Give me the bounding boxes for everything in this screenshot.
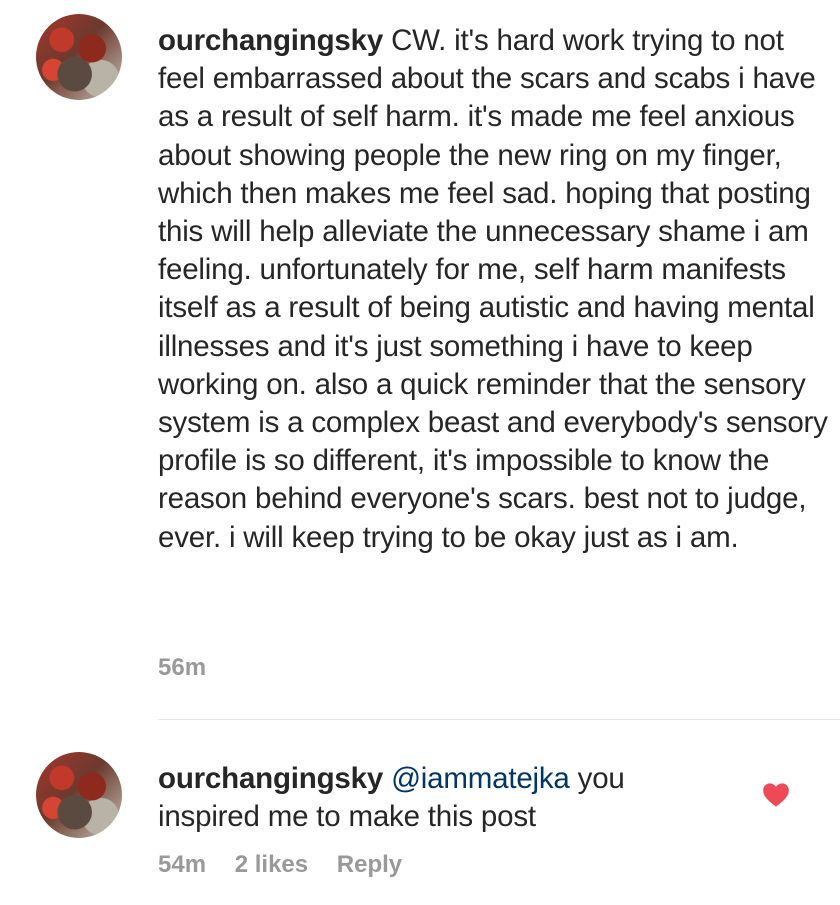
timestamp[interactable]: 56m (158, 654, 206, 681)
comment-divider (158, 719, 840, 720)
comment-body: ourchangingsky @iammatejka you inspired … (158, 760, 730, 836)
comment-body: ourchangingsky CW. it's hard work trying… (158, 22, 834, 557)
comment-meta: 54m 2 likes Reply (158, 851, 424, 879)
timestamp[interactable]: 54m (158, 851, 206, 878)
heart-icon[interactable] (762, 782, 790, 808)
comment-meta: 56m (158, 654, 228, 682)
avatar[interactable] (36, 752, 122, 838)
username-link[interactable]: ourchangingsky (158, 762, 383, 795)
mention-link[interactable]: @iammatejka (391, 762, 570, 795)
likes-count[interactable]: 2 likes (235, 851, 308, 878)
comment-text: CW. it's hard work trying to not feel em… (158, 24, 828, 554)
reply-button[interactable]: Reply (337, 851, 402, 878)
username-link[interactable]: ourchangingsky (158, 24, 383, 57)
avatar[interactable] (36, 14, 122, 100)
